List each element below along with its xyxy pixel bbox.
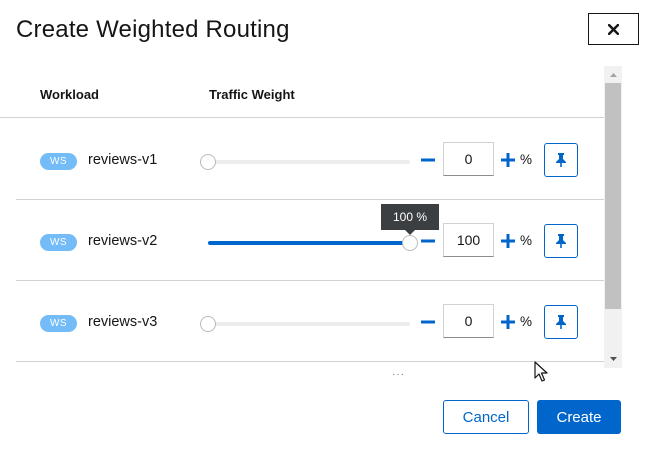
percent-unit: % [520,314,533,329]
pin-weight-button[interactable] [544,143,578,177]
column-header-traffic-weight: Traffic Weight [209,87,295,102]
table-header: Workload Traffic Weight [0,66,604,118]
slider-thumb[interactable] [200,154,216,170]
workload-badge: WS [40,153,77,170]
routing-table: Workload Traffic Weight WS reviews-v1 0 … [0,66,622,368]
cancel-button[interactable]: Cancel [443,400,529,434]
minus-icon [421,320,435,324]
close-icon [608,23,619,35]
percent-unit: % [520,152,533,167]
table-row: WS reviews-v2 100 % 100 % [16,200,604,281]
increase-weight-button[interactable] [498,231,518,251]
pin-icon [556,234,566,248]
mouse-cursor-icon [534,361,548,382]
decrease-weight-button[interactable] [418,150,438,170]
column-header-workload: Workload [40,87,99,102]
minus-icon [421,158,435,162]
minus-icon [421,239,435,243]
weight-input[interactable]: 0 [443,304,494,338]
slider-tooltip: 100 % [381,204,439,235]
workload-name[interactable]: reviews-v2 [88,233,157,249]
decrease-weight-button[interactable] [418,231,438,251]
pin-icon [556,153,566,167]
slider-thumb[interactable] [402,235,418,251]
slider-track[interactable] [208,160,410,164]
workload-badge: WS [40,315,77,332]
create-button[interactable]: Create [537,400,621,434]
weight-input[interactable]: 0 [443,142,494,176]
plus-icon [501,153,515,167]
scrollbar-thumb[interactable] [605,83,621,309]
slider-track[interactable] [208,322,410,326]
pin-weight-button[interactable] [544,224,578,258]
table-row: WS reviews-v1 0 % [16,119,604,200]
scroll-down-arrow-icon[interactable] [608,352,618,366]
scroll-up-arrow-icon[interactable] [608,68,618,82]
close-button[interactable] [588,13,639,45]
traffic-weight-slider[interactable] [200,316,410,332]
vertical-scrollbar[interactable] [604,66,622,368]
increase-weight-button[interactable] [498,312,518,332]
slider-thumb[interactable] [200,316,216,332]
pin-weight-button[interactable] [544,305,578,339]
workload-badge: WS [40,234,77,251]
slider-fill [208,241,410,245]
table-row: WS reviews-v3 0 % [16,281,604,362]
workload-name[interactable]: reviews-v1 [88,152,157,168]
weight-input[interactable]: 100 [443,223,494,257]
workload-name[interactable]: reviews-v3 [88,314,157,330]
traffic-weight-slider[interactable]: 100 % [208,204,439,251]
decrease-weight-button[interactable] [418,312,438,332]
increase-weight-button[interactable] [498,150,518,170]
pin-icon [556,315,566,329]
traffic-weight-slider[interactable] [200,154,410,170]
plus-icon [501,234,515,248]
percent-unit: % [520,233,533,248]
more-rows-indicator-icon: ··· [392,369,405,380]
dialog-title: Create Weighted Routing [16,16,290,43]
plus-icon [501,315,515,329]
